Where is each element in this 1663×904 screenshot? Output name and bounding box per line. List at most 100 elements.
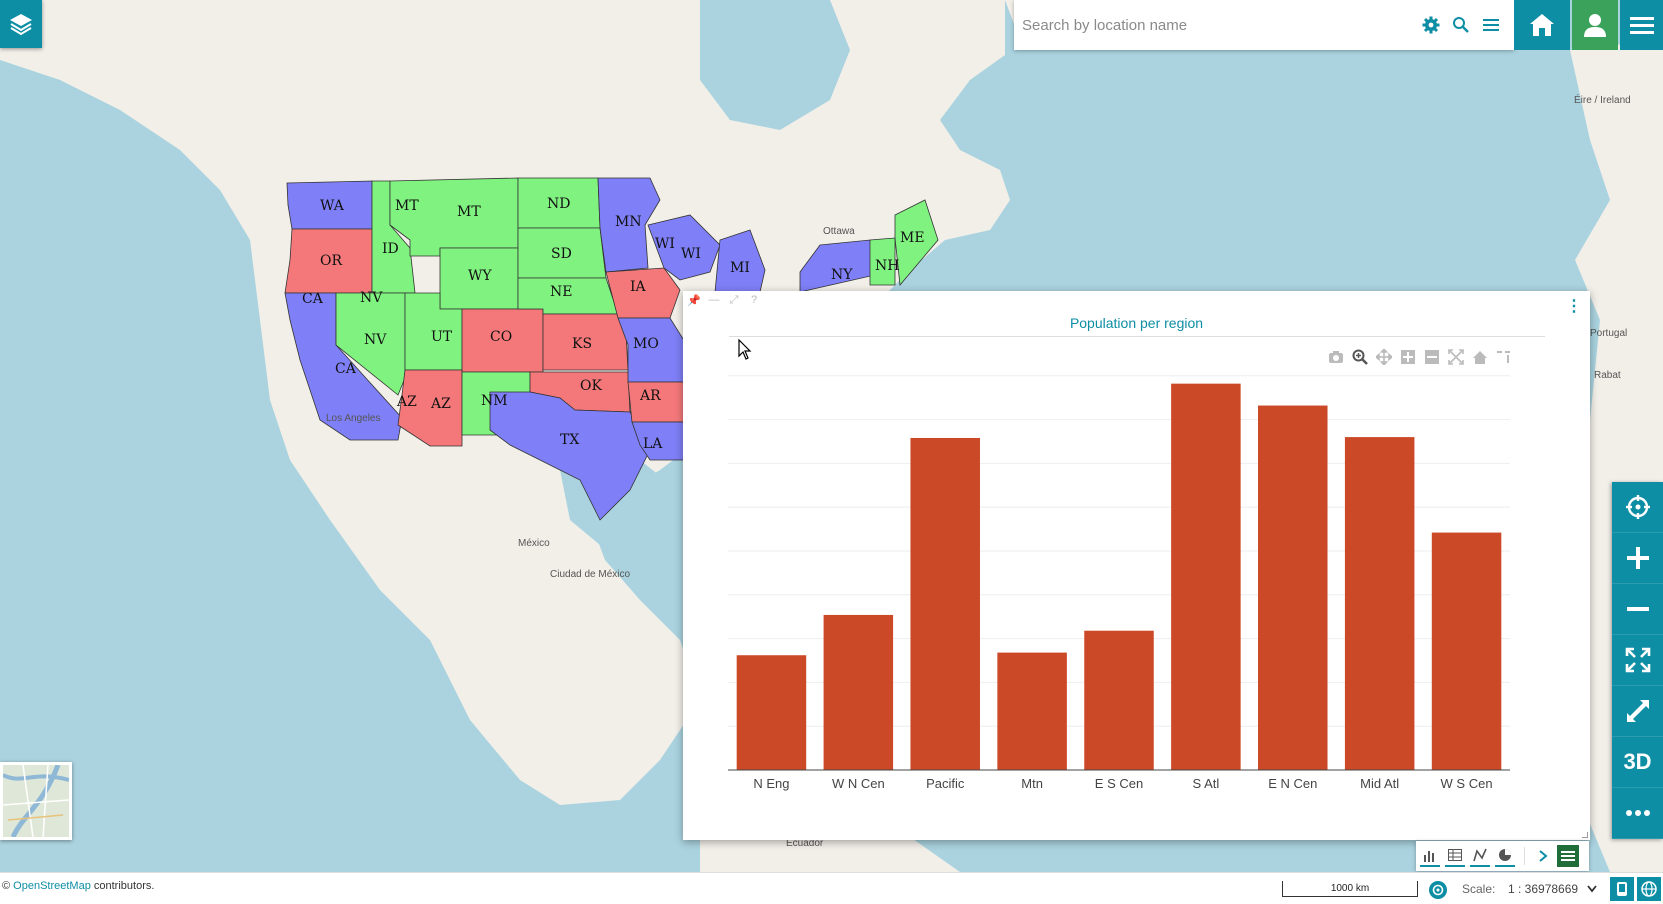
3d-label: 3D xyxy=(1623,749,1652,774)
x-tick-label: Mtn xyxy=(1021,776,1043,791)
svg-text:NM: NM xyxy=(481,393,508,409)
bar-e-n-cen[interactable] xyxy=(1258,405,1328,770)
scale-value: 1 : 36978669 xyxy=(1508,882,1579,896)
bar-mid-atl[interactable] xyxy=(1344,437,1415,770)
x-tick-label: Mid Atl xyxy=(1360,776,1399,791)
bar-e-s-cen[interactable] xyxy=(1084,630,1154,770)
x-tick-label: W S Cen xyxy=(1441,776,1493,791)
openstreetmap-link[interactable]: OpenStreetMap xyxy=(13,880,91,892)
zoom-in-button[interactable] xyxy=(1612,533,1663,584)
svg-text:NH: NH xyxy=(875,258,899,274)
expand-icon xyxy=(1625,647,1650,673)
pie-chart-icon xyxy=(1499,849,1511,861)
mouse-cursor-icon xyxy=(738,339,752,360)
next-chart-arrow[interactable] xyxy=(1534,845,1552,867)
svg-text:WI: WI xyxy=(681,246,701,262)
x-tick-label: Pacific xyxy=(926,776,965,791)
svg-text:CO: CO xyxy=(490,329,512,345)
svg-text:NV: NV xyxy=(364,332,387,348)
svg-text:Rabat: Rabat xyxy=(1594,370,1621,381)
svg-text:KS: KS xyxy=(572,336,592,352)
ellipsis-icon xyxy=(1625,810,1650,816)
globe-icon xyxy=(1641,881,1657,897)
svg-text:México: México xyxy=(518,538,550,549)
svg-text:Ciudad de México: Ciudad de México xyxy=(550,569,630,580)
tab-divider xyxy=(1524,847,1525,865)
mobile-view-button[interactable] xyxy=(1610,877,1634,901)
language-button[interactable] xyxy=(1637,877,1661,901)
scale-select[interactable]: 1 : 36978669 xyxy=(1508,882,1598,896)
svg-text:NE: NE xyxy=(550,284,572,300)
svg-text:WI: WI xyxy=(655,236,675,252)
user-icon xyxy=(1584,14,1606,37)
bar-mtn[interactable] xyxy=(997,652,1067,770)
svg-text:UT: UT xyxy=(431,329,453,345)
more-tools-button[interactable] xyxy=(1612,788,1663,839)
chevron-right-icon xyxy=(1539,850,1548,862)
svg-text:Los Angeles: Los Angeles xyxy=(326,413,381,424)
zoom-to-extent-button[interactable] xyxy=(1612,635,1663,686)
layers-icon xyxy=(10,14,32,36)
table-icon xyxy=(1448,849,1462,861)
layers-button[interactable] xyxy=(0,0,42,48)
status-bar: © OpenStreetMap contributors. 1000 km Sc… xyxy=(0,872,1663,904)
svg-text:AZ: AZ xyxy=(396,394,417,410)
search-icon xyxy=(1453,17,1469,33)
svg-text:LA: LA xyxy=(643,436,663,452)
svg-text:AR: AR xyxy=(639,388,661,404)
main-menu-button[interactable] xyxy=(1620,0,1663,50)
table-tab[interactable] xyxy=(1445,845,1465,867)
svg-text:MT: MT xyxy=(395,198,419,214)
fullscreen-icon xyxy=(1626,700,1649,722)
chevron-down-icon xyxy=(1587,885,1598,893)
pie-chart-tab[interactable] xyxy=(1495,845,1515,867)
bar-chart-tab[interactable] xyxy=(1420,845,1440,867)
search-settings-button[interactable] xyxy=(1416,10,1446,40)
svg-text:MT: MT xyxy=(457,204,481,220)
minus-icon xyxy=(1626,607,1649,611)
device-icon xyxy=(1617,882,1627,896)
bar-pacific[interactable] xyxy=(910,437,980,770)
svg-text:OR: OR xyxy=(320,253,342,269)
plus-icon xyxy=(1626,547,1649,569)
svg-text:AZ: AZ xyxy=(430,396,451,412)
menu-icon xyxy=(1483,19,1499,31)
svg-text:ND: ND xyxy=(547,196,570,212)
chart-list-button[interactable] xyxy=(1557,845,1579,867)
line-chart-tab[interactable] xyxy=(1470,845,1490,867)
locate-button[interactable] xyxy=(1612,482,1663,533)
gear-icon xyxy=(1422,16,1440,34)
fullscreen-button[interactable] xyxy=(1612,686,1663,737)
svg-text:NY: NY xyxy=(831,267,853,283)
bar-s-atl[interactable] xyxy=(1171,383,1241,770)
search-input[interactable] xyxy=(1022,16,1416,34)
user-button[interactable] xyxy=(1572,0,1618,50)
search-menu-button[interactable] xyxy=(1476,10,1506,40)
svg-text:CA: CA xyxy=(302,291,324,307)
map-toolbar: 3D xyxy=(1612,482,1663,839)
svg-text:Portugal: Portugal xyxy=(1590,328,1627,339)
coordinates-toggle-icon[interactable] xyxy=(1428,880,1448,900)
bar-w-n-cen[interactable] xyxy=(823,614,894,770)
scale-label: Scale: xyxy=(1462,882,1496,896)
x-tick-label: E N Cen xyxy=(1268,776,1317,791)
x-tick-label: W N Cen xyxy=(832,776,885,791)
search-button[interactable] xyxy=(1446,10,1476,40)
hamburger-icon xyxy=(1629,17,1654,34)
svg-text:MN: MN xyxy=(615,214,642,230)
bar-w-s-cen[interactable] xyxy=(1431,532,1502,770)
crosshair-icon xyxy=(1625,495,1650,519)
bars xyxy=(736,383,1502,770)
chart-type-tabs xyxy=(1416,841,1589,871)
line-chart-icon xyxy=(1473,848,1487,862)
resize-handle[interactable] xyxy=(1582,832,1588,838)
3d-view-button[interactable]: 3D xyxy=(1612,737,1663,788)
home-icon xyxy=(1530,14,1554,36)
svg-text:MI: MI xyxy=(730,260,750,276)
overview-minimap[interactable] xyxy=(0,762,72,840)
bar-n-eng[interactable] xyxy=(736,655,807,770)
home-button[interactable] xyxy=(1514,0,1570,50)
svg-text:OK: OK xyxy=(580,378,602,394)
search-bar xyxy=(1014,0,1514,50)
zoom-out-button[interactable] xyxy=(1612,584,1663,635)
